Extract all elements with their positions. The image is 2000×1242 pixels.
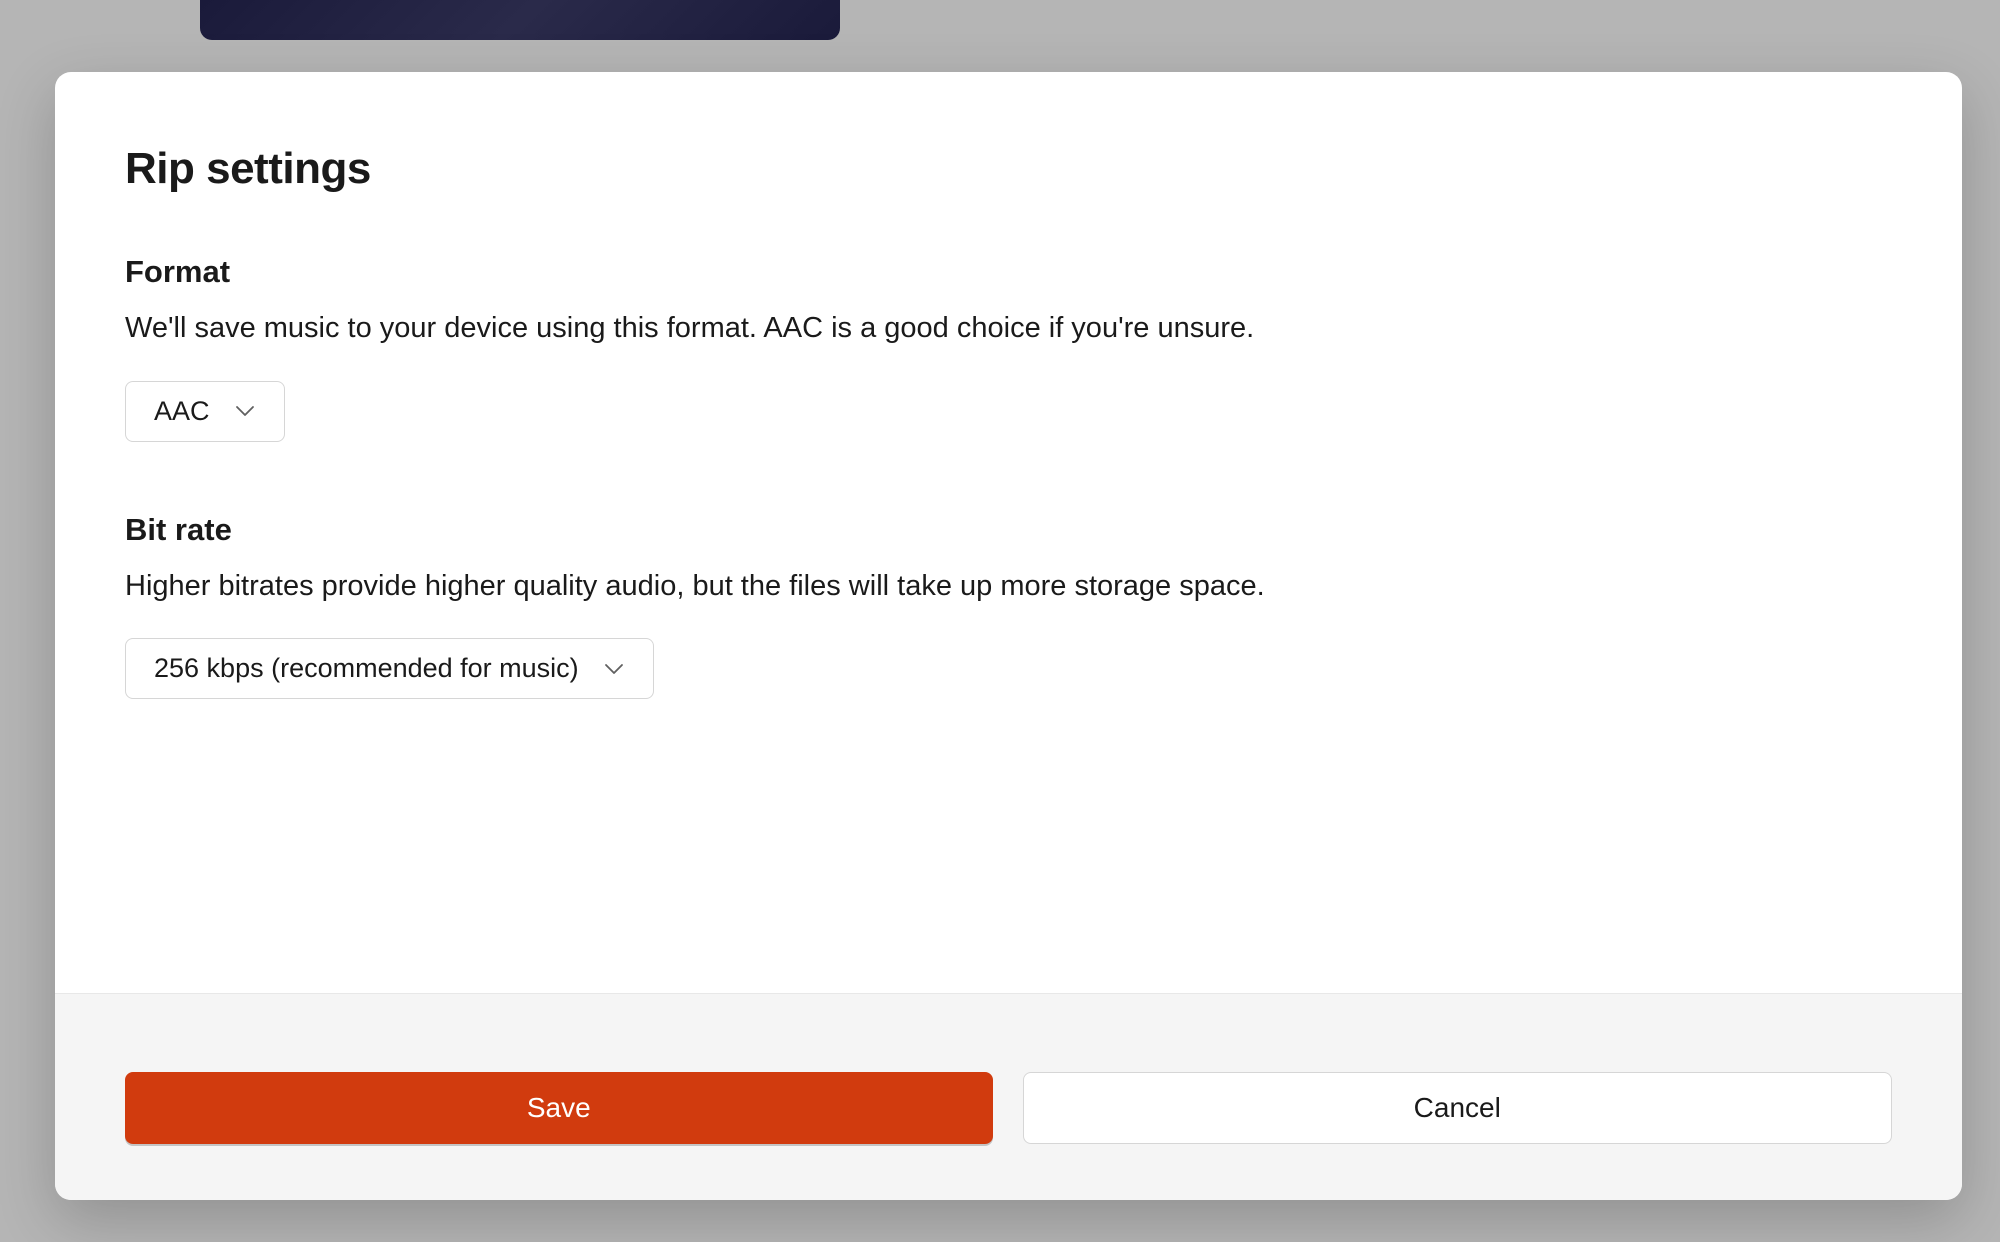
chevron-down-icon — [603, 658, 625, 680]
format-dropdown[interactable]: AAC — [125, 381, 285, 442]
chevron-down-icon — [234, 400, 256, 422]
bitrate-heading: Bit rate — [125, 512, 1892, 548]
format-description: We'll save music to your device using th… — [125, 308, 1892, 349]
bitrate-description: Higher bitrates provide higher quality a… — [125, 566, 1892, 607]
bitrate-section: Bit rate Higher bitrates provide higher … — [125, 512, 1892, 700]
dialog-footer: Save Cancel — [55, 993, 1962, 1200]
format-heading: Format — [125, 254, 1892, 290]
cancel-button[interactable]: Cancel — [1023, 1072, 1893, 1144]
dialog-title: Rip settings — [125, 144, 1892, 194]
format-dropdown-value: AAC — [154, 396, 210, 427]
dialog-content: Rip settings Format We'll save music to … — [55, 72, 1962, 993]
bitrate-dropdown-value: 256 kbps (recommended for music) — [154, 653, 579, 684]
format-section: Format We'll save music to your device u… — [125, 254, 1892, 442]
rip-settings-dialog: Rip settings Format We'll save music to … — [55, 72, 1962, 1200]
save-button[interactable]: Save — [125, 1072, 993, 1144]
background-album-art — [200, 0, 840, 40]
bitrate-dropdown[interactable]: 256 kbps (recommended for music) — [125, 638, 654, 699]
